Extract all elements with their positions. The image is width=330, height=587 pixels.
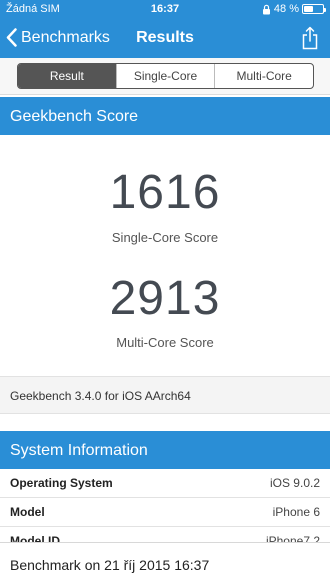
- chevron-left-icon: [6, 28, 17, 47]
- battery-percent: 48 %: [273, 3, 299, 15]
- table-row: Model iPhone 6: [0, 498, 330, 527]
- row-value: iOS 9.0.2: [269, 476, 320, 490]
- share-icon: [302, 26, 318, 50]
- battery-icon: [302, 4, 326, 14]
- share-button[interactable]: [302, 26, 318, 55]
- geekbench-score-header: Geekbench Score: [0, 97, 330, 135]
- status-bar: Žádná SIM 16:37 48 %: [0, 0, 330, 20]
- single-core-label: Single-Core Score: [111, 230, 219, 245]
- segmented-control: Result Single-Core Multi-Core: [17, 63, 314, 89]
- system-information-header: System Information: [0, 431, 330, 469]
- multi-core-label: Multi-Core Score: [116, 335, 214, 350]
- single-core-score: 1616: [109, 166, 221, 219]
- segment-multi-core[interactable]: Multi-Core: [214, 64, 313, 88]
- row-key: Operating System: [10, 476, 113, 490]
- navigation-bar: Benchmarks Results: [0, 20, 330, 58]
- segment-bar: Result Single-Core Multi-Core: [0, 58, 330, 95]
- segment-result[interactable]: Result: [18, 64, 116, 88]
- table-row: Operating System iOS 9.0.2: [0, 469, 330, 498]
- scores-panel: 1616 Single-Core Score 2913 Multi-Core S…: [0, 135, 330, 375]
- back-button-label: Benchmarks: [21, 28, 110, 46]
- row-key: Model: [10, 505, 45, 519]
- row-value: iPhone 6: [272, 505, 320, 519]
- status-right: 48 %: [262, 3, 326, 15]
- benchmark-date-footer: Benchmark on 21 říj 2015 16:37: [0, 542, 330, 587]
- multi-core-score: 2913: [109, 272, 221, 325]
- lock-rotation-icon: [262, 4, 270, 14]
- version-info: Geekbench 3.4.0 for iOS AArch64: [0, 376, 330, 414]
- segment-single-core[interactable]: Single-Core: [115, 64, 215, 88]
- battery-fill: [304, 6, 313, 12]
- back-button[interactable]: Benchmarks: [6, 28, 110, 47]
